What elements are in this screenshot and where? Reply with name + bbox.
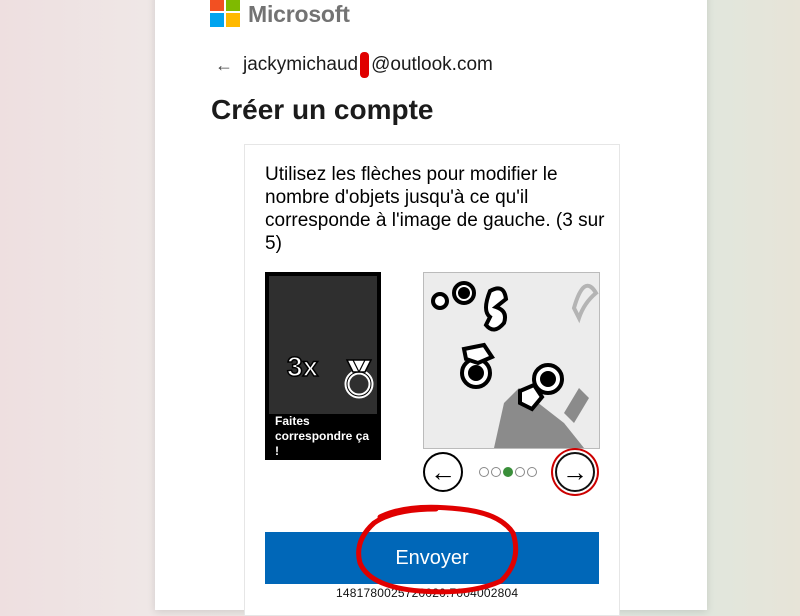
previous-arrow-button[interactable]: ← — [423, 452, 463, 492]
reference-target-svg: 3x — [286, 350, 374, 399]
next-arrow-button[interactable]: → — [555, 452, 595, 492]
email-start: jackymichaud — [243, 54, 359, 75]
progress-dot — [515, 467, 525, 477]
reference-image: 3x Faites correspondre ça ! — [265, 272, 381, 460]
ring-icon — [431, 281, 476, 310]
email-domain: @outlook.com — [371, 54, 493, 75]
back-arrow-icon[interactable]: ← — [215, 55, 233, 76]
ring-icon — [344, 359, 374, 399]
microsoft-logo: Microsoft — [210, 0, 350, 28]
progress-dot — [479, 467, 489, 477]
puzzle-image — [423, 272, 600, 449]
captcha-challenge: Utilisez les flèches pour modifier le no… — [244, 144, 620, 616]
challenge-navigation: ← → — [423, 452, 599, 498]
challenge-instructions: Utilisez les flèches pour modifier le no… — [265, 164, 605, 254]
ring-icon — [460, 342, 495, 389]
identity-banner: ← jackymichaud @outlook.com — [215, 52, 493, 78]
redaction-mark — [360, 52, 370, 78]
session-id: 1481780025720020.7004002804 — [336, 586, 519, 600]
ring-icon — [518, 363, 564, 412]
page-title: Créer un compte — [211, 94, 434, 125]
reference-count: 3x — [287, 351, 319, 382]
progress-dot — [527, 467, 537, 477]
brand-name: Microsoft — [248, 0, 350, 27]
progress-dots — [479, 467, 537, 477]
puzzle-scene-svg — [431, 281, 599, 448]
progress-dot-active — [503, 467, 513, 477]
submit-button[interactable]: Envoyer — [265, 532, 599, 584]
bait-icon — [483, 286, 509, 332]
progress-dot — [491, 467, 501, 477]
reference-caption: Faites correspondre ça ! — [275, 414, 370, 458]
microsoft-logo-icon — [210, 0, 240, 29]
